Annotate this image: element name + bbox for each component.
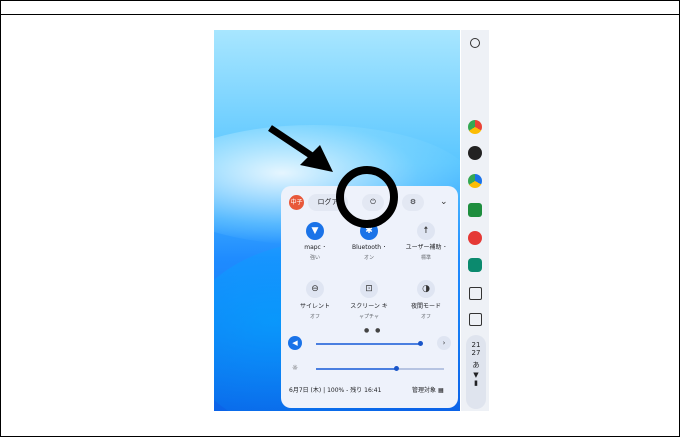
annotation-circle [336,166,398,228]
annotation-arrow [268,125,333,172]
